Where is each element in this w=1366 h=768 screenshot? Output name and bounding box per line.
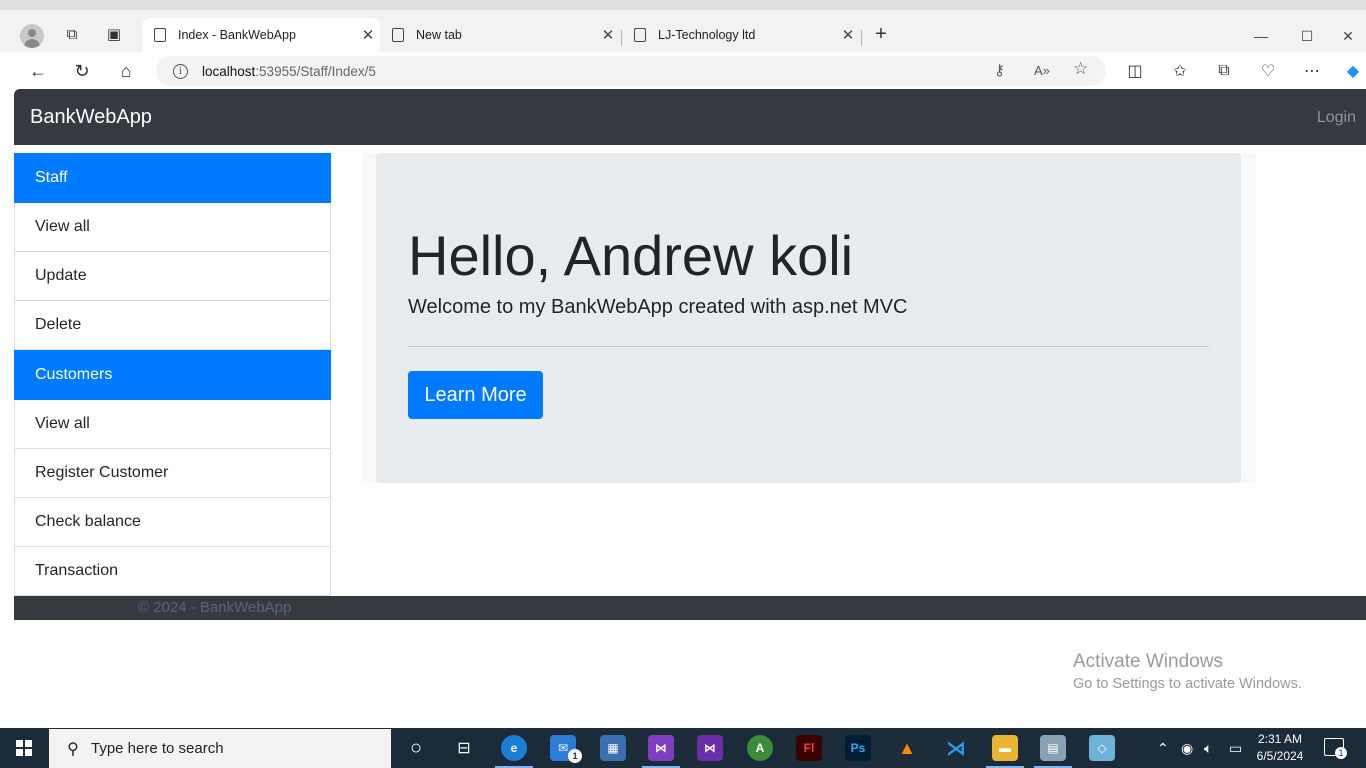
task-view-icon[interactable]: ⊟ <box>451 735 477 761</box>
welcome-lead: Welcome to my BankWebApp created with as… <box>408 296 908 318</box>
clock-time: 2:31 AM <box>1257 732 1303 746</box>
visual-studio-icon[interactable]: ⋈ <box>642 735 680 768</box>
address-bar-row: ← ↻ ⌂ i localhost:53955/Staff/Index/5 ⚷ … <box>0 52 1366 89</box>
sidebar-item-delete[interactable]: Delete <box>14 301 331 350</box>
site-info-icon[interactable]: i <box>173 63 188 79</box>
activate-title: Activate Windows <box>1073 651 1223 672</box>
refresh-icon[interactable]: ↻ <box>68 57 96 85</box>
page-icon <box>154 28 166 42</box>
sidebar-item-customers-view-all[interactable]: View all <box>14 400 331 449</box>
visual-studio-preview-icon[interactable]: ⋈ <box>697 735 723 761</box>
show-hidden-icons-chevron-icon[interactable]: ⌃ <box>1157 728 1169 768</box>
favorite-star-icon[interactable]: ☆ <box>1073 59 1088 79</box>
page-viewport: BankWebApp Login Staff View all Update D… <box>14 89 1366 728</box>
flash-icon[interactable]: Fl <box>796 735 822 761</box>
workspaces-icon[interactable]: ⧉ <box>57 20 87 48</box>
new-tab-page-icon <box>392 28 404 42</box>
sidebar-item-transaction[interactable]: Transaction <box>14 547 331 596</box>
sidebar-header-staff[interactable]: Staff <box>14 153 331 203</box>
url-host: localhost <box>202 63 256 79</box>
learn-more-button[interactable]: Learn More <box>408 371 543 419</box>
favorites-icon[interactable]: ✩ <box>1167 58 1193 84</box>
app-icon[interactable]: ◇ <box>1089 735 1115 761</box>
page-icon <box>634 28 646 42</box>
read-aloud-icon[interactable]: A» <box>1034 63 1050 78</box>
profile-avatar-icon[interactable] <box>20 24 44 48</box>
close-tab-icon[interactable]: ✕ <box>356 26 380 44</box>
minimize-icon[interactable]: — <box>1238 22 1284 50</box>
close-window-icon[interactable]: ✕ <box>1330 22 1366 50</box>
footer-copyright: © 2024 - BankWebApp <box>138 599 292 616</box>
tab-separator <box>861 30 862 46</box>
search-icon: ⚲ <box>67 740 79 758</box>
photoshop-icon[interactable]: Ps <box>845 735 871 761</box>
mail-badge: 1 <box>568 749 582 763</box>
notification-count-badge: 1 <box>1335 747 1347 759</box>
main-content: Hello, Andrew koli Welcome to my BankWeb… <box>361 153 1256 483</box>
maximize-icon[interactable]: ☐ <box>1284 22 1330 50</box>
start-button[interactable] <box>0 728 48 768</box>
back-arrow-icon[interactable]: ← <box>24 57 52 85</box>
sidebar-header-customers[interactable]: Customers <box>14 350 331 400</box>
url-path: :53955/Staff/Index/5 <box>255 63 376 79</box>
top-navbar: BankWebApp Login <box>14 89 1366 145</box>
window-top-strip <box>0 0 1366 10</box>
collections-icon[interactable]: ⧉ <box>1211 58 1237 84</box>
activate-windows-watermark: Activate Windows Go to Settings to activ… <box>1073 651 1302 692</box>
tab-bar: ⧉ ▣ Index - BankWebApp ✕ New tab ✕ LJ-Te… <box>0 10 1366 52</box>
browser-essentials-icon[interactable]: ♡ <box>1255 58 1281 84</box>
home-icon[interactable]: ⌂ <box>112 57 140 85</box>
login-link[interactable]: Login <box>1317 109 1356 127</box>
battery-icon[interactable]: ▭ <box>1229 728 1242 768</box>
taskbar: ⚲ Type here to search ○ ⊟ e ✉ 1 ▦ ⋈ ⋈ A … <box>0 728 1366 768</box>
tab-lj-technology[interactable]: LJ-Technology ltd ✕ <box>622 18 860 52</box>
url-input[interactable]: i localhost:53955/Staff/Index/5 ⚷ A» ☆ <box>156 56 1106 86</box>
taskbar-search-input[interactable]: ⚲ Type here to search <box>49 729 391 768</box>
password-key-icon[interactable]: ⚷ <box>994 61 1005 79</box>
android-studio-icon[interactable]: A <box>747 735 773 761</box>
sidebar: Staff View all Update Delete Customers V… <box>14 153 331 596</box>
tab-new-tab[interactable]: New tab ✕ <box>380 18 620 52</box>
welcome-heading: Hello, Andrew koli <box>408 224 854 287</box>
app-window-icon[interactable]: ▤ <box>1034 735 1072 768</box>
tab-title: LJ-Technology ltd <box>658 28 756 42</box>
file-explorer-icon[interactable]: ▬ <box>986 735 1024 768</box>
split-screen-icon[interactable]: ◫ <box>1122 58 1148 84</box>
notification-center-icon[interactable]: 1 <box>1324 738 1347 759</box>
tab-title: New tab <box>416 28 462 42</box>
footer: © 2024 - BankWebApp <box>14 596 1366 620</box>
windows-logo-icon <box>16 740 32 756</box>
sidebar-item-staff-view-all[interactable]: View all <box>14 203 331 252</box>
clock[interactable]: 2:31 AM 6/5/2024 <box>1254 731 1306 765</box>
location-icon: ◉ <box>1181 739 1194 756</box>
close-tab-icon[interactable]: ✕ <box>836 26 860 44</box>
sidebar-item-register-customer[interactable]: Register Customer <box>14 449 331 498</box>
jumbotron: Hello, Andrew koli Welcome to my BankWeb… <box>376 153 1241 483</box>
new-tab-plus-icon[interactable]: + <box>866 20 896 48</box>
vscode-icon[interactable]: ⋊ <box>943 735 969 761</box>
jumbotron-divider <box>408 346 1209 347</box>
vlc-icon[interactable]: ▲ <box>894 735 920 761</box>
copilot-icon[interactable]: ◆ <box>1340 58 1366 84</box>
volume-icon[interactable]: 🔈︎ <box>1204 728 1212 768</box>
activate-subtitle: Go to Settings to activate Windows. <box>1073 676 1302 692</box>
tab-title: Index - BankWebApp <box>178 28 296 42</box>
search-placeholder: Type here to search <box>91 740 224 757</box>
sidebar-item-update[interactable]: Update <box>14 252 331 301</box>
tab-actions-icon[interactable]: ▣ <box>99 20 129 48</box>
edge-browser-icon[interactable]: e <box>495 735 533 768</box>
store-icon[interactable]: ▦ <box>600 735 626 761</box>
cortana-icon[interactable]: ○ <box>403 735 429 761</box>
close-tab-icon[interactable]: ✕ <box>596 26 620 44</box>
tab-index-bankwebapp[interactable]: Index - BankWebApp ✕ <box>142 18 380 52</box>
more-options-icon[interactable]: ⋯ <box>1299 58 1325 84</box>
mail-icon[interactable]: ✉ 1 <box>550 735 582 763</box>
sidebar-item-check-balance[interactable]: Check balance <box>14 498 331 547</box>
navbar-brand[interactable]: BankWebApp <box>30 106 152 129</box>
clock-date: 6/5/2024 <box>1256 749 1304 763</box>
